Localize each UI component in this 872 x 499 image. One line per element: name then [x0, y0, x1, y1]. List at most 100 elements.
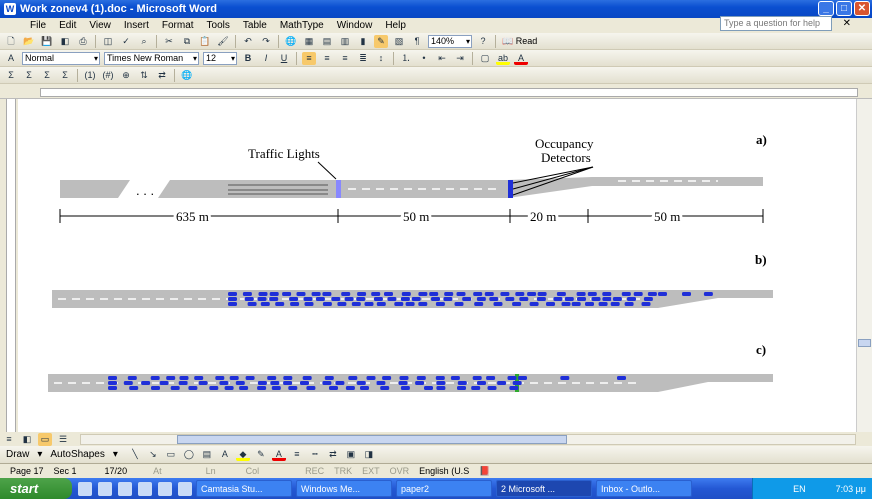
3d-icon[interactable]: ◨	[362, 448, 376, 461]
firefox-icon[interactable]	[138, 481, 152, 496]
help-search-input[interactable]: Type a question for help	[720, 16, 832, 31]
vertical-scroll-thumb[interactable]	[858, 339, 871, 347]
align-center-icon[interactable]: ≡	[320, 52, 334, 65]
equation-number-icon[interactable]: (1)	[83, 69, 97, 82]
zoom-select[interactable]: 140%	[428, 34, 472, 48]
draw-menu[interactable]: Draw	[6, 449, 29, 460]
menu-window[interactable]: Window	[337, 20, 373, 31]
status-ovr[interactable]: OVR	[390, 466, 410, 476]
line-color-icon[interactable]: ✎	[254, 448, 268, 461]
format-painter-icon[interactable]: 🖌	[216, 35, 230, 48]
task-paper2[interactable]: paper2	[396, 480, 492, 497]
arrow-icon[interactable]: ↘	[146, 448, 160, 461]
font-select[interactable]: Times New Roman	[104, 51, 199, 65]
status-trk[interactable]: TRK	[334, 466, 352, 476]
drawing-icon[interactable]: ✎	[374, 34, 388, 48]
horizontal-ruler[interactable]	[0, 86, 872, 99]
align-right-icon[interactable]: ≡	[338, 52, 352, 65]
italic-button[interactable]: I	[259, 52, 273, 65]
print-view-icon[interactable]: ▭	[38, 432, 52, 446]
permission-icon[interactable]: ◧	[58, 35, 72, 48]
open-icon[interactable]: 📂	[22, 35, 36, 48]
show-desktop-icon[interactable]	[78, 481, 92, 496]
save-icon[interactable]: 💾	[40, 35, 54, 48]
border-icon[interactable]: ▢	[478, 52, 492, 65]
bold-button[interactable]: B	[241, 52, 255, 65]
hyperlink-icon[interactable]: 🌐	[284, 35, 298, 48]
insert-break-icon[interactable]: ⊕	[119, 69, 133, 82]
horizontal-scrollbar[interactable]	[80, 434, 856, 445]
draw-font-color-icon[interactable]: A	[271, 448, 286, 461]
horizontal-scroll-thumb[interactable]	[177, 435, 567, 444]
undo-icon[interactable]: ↶	[241, 35, 255, 48]
start-button[interactable]: start	[0, 478, 72, 499]
align-left-icon[interactable]: ≡	[302, 51, 316, 65]
ie-icon[interactable]	[98, 481, 112, 496]
task-microsoft-word[interactable]: 2 Microsoft ...	[496, 480, 592, 497]
new-icon[interactable]: 🗋	[4, 35, 18, 48]
numbering-icon[interactable]: ⒈	[399, 52, 413, 65]
web-icon[interactable]: 🌐	[180, 69, 194, 82]
document-page[interactable]: . . . Traffic Lights Occupancy Detectors…	[18, 99, 856, 432]
right-equation-icon[interactable]: Σ	[58, 69, 72, 82]
fill-color-icon[interactable]: ◆	[235, 448, 250, 461]
menu-tools[interactable]: Tools	[207, 20, 230, 31]
show-hide-icon[interactable]: ¶	[410, 35, 424, 48]
spelling-status-icon[interactable]: 📕	[479, 466, 490, 477]
justify-icon[interactable]: ≣	[356, 52, 370, 65]
style-select[interactable]: Normal	[22, 51, 100, 65]
cut-icon[interactable]: ✂	[162, 35, 176, 48]
toggle-tex-icon[interactable]: ⇄	[155, 69, 169, 82]
shadow-icon[interactable]: ▣	[344, 448, 358, 461]
display-equation-icon[interactable]: Σ	[40, 69, 54, 82]
size-select[interactable]: 12	[203, 51, 237, 65]
task-inbox-outlook[interactable]: Inbox - Outlo...	[596, 480, 692, 497]
normal-view-icon[interactable]: ≡	[2, 433, 16, 446]
styles-icon[interactable]: A	[4, 52, 18, 65]
decrease-indent-icon[interactable]: ⇤	[435, 52, 449, 65]
menu-edit[interactable]: Edit	[59, 20, 76, 31]
tables-borders-icon[interactable]: ▦	[302, 35, 316, 48]
doc-close-icon[interactable]: ✕	[843, 18, 851, 29]
status-rec[interactable]: REC	[305, 466, 324, 476]
menu-help[interactable]: Help	[385, 20, 406, 31]
menu-table[interactable]: Table	[243, 20, 267, 31]
copy-icon[interactable]: ⧉	[180, 35, 194, 48]
menu-file[interactable]: File	[30, 20, 46, 31]
dash-style-icon[interactable]: ┅	[308, 448, 322, 461]
underline-button[interactable]: U	[277, 52, 291, 65]
spelling-icon[interactable]: ✓	[119, 35, 133, 48]
web-view-icon[interactable]: ◧	[20, 433, 34, 446]
bullets-icon[interactable]: •	[417, 52, 431, 65]
doc-map-icon[interactable]: ▧	[392, 35, 406, 48]
line-spacing-icon[interactable]: ↕	[374, 52, 388, 65]
outlook-quicklaunch-icon[interactable]	[158, 481, 172, 496]
menu-view[interactable]: View	[89, 20, 111, 31]
vertical-scrollbar[interactable]	[856, 99, 872, 432]
menu-mathtype[interactable]: MathType	[280, 20, 324, 31]
increase-indent-icon[interactable]: ⇥	[453, 52, 467, 65]
redo-icon[interactable]: ↷	[259, 35, 273, 48]
tray-language[interactable]: EN	[793, 484, 806, 494]
line-style-icon[interactable]: ≡	[290, 448, 304, 461]
excel-icon[interactable]: ▥	[338, 35, 352, 48]
status-ext[interactable]: EXT	[362, 466, 380, 476]
arrow-style-icon[interactable]: ⇄	[326, 448, 340, 461]
wordart-icon[interactable]: A	[218, 448, 232, 461]
rectangle-icon[interactable]: ▭	[164, 448, 178, 461]
insert-table-icon[interactable]: ▤	[320, 35, 334, 48]
print-preview-icon[interactable]: ◫	[101, 35, 115, 48]
oval-icon[interactable]: ◯	[182, 448, 196, 461]
menu-insert[interactable]: Insert	[124, 20, 149, 31]
line-icon[interactable]: ╲	[128, 448, 142, 461]
maximize-button[interactable]: □	[836, 1, 852, 16]
minimize-button[interactable]: _	[818, 1, 834, 16]
equation-ref-icon[interactable]: (#)	[101, 69, 115, 82]
equation-icon[interactable]: Σ	[4, 69, 18, 82]
close-button[interactable]: ✕	[854, 1, 870, 16]
outline-view-icon[interactable]: ☰	[56, 433, 70, 446]
paste-icon[interactable]: 📋	[198, 35, 212, 48]
menu-format[interactable]: Format	[162, 20, 194, 31]
update-numbers-icon[interactable]: ⇅	[137, 69, 151, 82]
columns-icon[interactable]: ▮	[356, 35, 370, 48]
